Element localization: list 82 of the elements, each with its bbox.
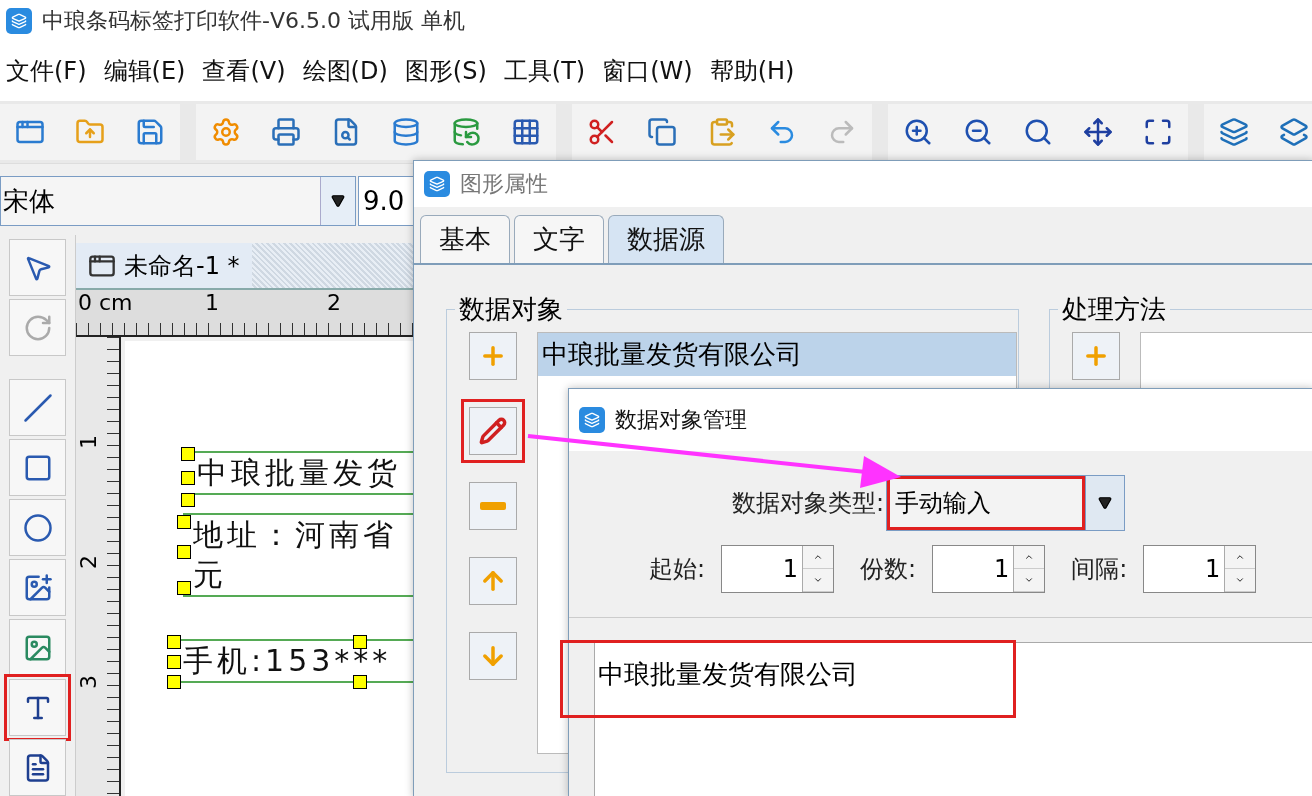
chevron-up-icon	[813, 552, 824, 562]
dropdown-arrow-icon	[331, 194, 345, 209]
menu-item[interactable]: 图形(S)	[400, 55, 494, 88]
menu-item[interactable]: 文件(F)	[2, 55, 94, 88]
ruler-label: 1	[204, 290, 220, 317]
move-icon	[1083, 116, 1113, 147]
menu-item[interactable]: 绘图(D)	[298, 55, 395, 88]
window-title: 中琅条码标签打印软件-V6.5.0 试用版 单机	[42, 6, 465, 35]
chevron-down-icon	[1235, 575, 1246, 585]
resize-handle[interactable]	[177, 581, 191, 595]
spin-up-button[interactable]	[1225, 546, 1256, 569]
canvas-text[interactable]: 元	[183, 555, 414, 595]
spin-down-button[interactable]	[803, 569, 834, 592]
line-icon	[22, 392, 53, 423]
field-label: 数据对象类型:	[732, 488, 885, 519]
type-dropdown[interactable]: 手动输入	[886, 475, 1126, 531]
document-tab[interactable]: 未命名-1 *	[76, 243, 252, 288]
spin-up-button[interactable]	[1014, 546, 1045, 569]
resize-handle[interactable]	[181, 493, 195, 507]
spin-down-button[interactable]	[1225, 569, 1256, 592]
edit-icon	[479, 417, 507, 445]
database-icon	[391, 116, 421, 147]
tool-button[interactable]	[9, 439, 66, 496]
ruler-label: 1	[76, 434, 102, 451]
resize-handle[interactable]	[167, 655, 181, 669]
content-text-area[interactable]: 中琅批量发货有限公司	[594, 642, 1312, 796]
spin-up-button[interactable]	[803, 546, 834, 569]
list-item[interactable]: 中琅批量发货有限公司	[538, 333, 1016, 376]
tool-button[interactable]	[9, 499, 66, 556]
tool-button[interactable]	[9, 739, 66, 796]
ruler-label: 2	[76, 554, 102, 571]
menu-item[interactable]: 帮助(H)	[705, 55, 802, 88]
ruler-label: 2	[326, 290, 342, 317]
printer-icon	[271, 116, 301, 147]
resize-handle[interactable]	[167, 635, 181, 649]
menu-item[interactable]: 工具(T)	[499, 55, 593, 88]
chevron-down-icon	[1024, 575, 1035, 585]
font-dropdown[interactable]: 宋体	[0, 176, 356, 227]
dialog-title: 数据对象管理	[615, 406, 747, 434]
tool-button[interactable]	[9, 379, 66, 436]
tab[interactable]: 文字	[514, 215, 604, 263]
tool-button[interactable]	[9, 559, 66, 616]
gear-icon	[211, 116, 241, 147]
resize-handle[interactable]	[181, 471, 195, 485]
minus-icon	[480, 502, 506, 510]
menu-item[interactable]: 编辑(E)	[99, 55, 193, 88]
resize-handle[interactable]	[177, 515, 191, 529]
tool-button[interactable]	[9, 619, 66, 676]
chevron-down-icon	[813, 575, 824, 585]
spin-down-button[interactable]	[1014, 569, 1045, 592]
database-check-icon	[451, 116, 481, 147]
ruler-label: 3	[76, 674, 102, 691]
tab[interactable]: 基本	[420, 215, 510, 263]
chevron-up-icon	[1024, 552, 1035, 562]
resize-handle[interactable]	[177, 545, 191, 559]
field-label: 间隔:	[1071, 554, 1128, 585]
content-text: 中琅批量发货有限公司	[598, 658, 858, 691]
number-spinner[interactable]: 1	[1143, 545, 1257, 593]
resize-handle[interactable]	[167, 675, 181, 689]
ruler-label: 0 cm	[77, 290, 134, 317]
list-action-button[interactable]	[469, 407, 517, 455]
layers-icon	[1219, 116, 1249, 147]
app-logo-icon	[579, 407, 605, 433]
number-spinner[interactable]: 1	[932, 545, 1046, 593]
menu-item[interactable]: 窗口(W)	[598, 55, 700, 88]
dialog-title: 图形属性	[460, 170, 548, 198]
app-logo-icon	[424, 171, 450, 197]
app-logo-icon	[6, 7, 32, 34]
menu-item[interactable]: 查看(V)	[198, 55, 293, 88]
resize-handle[interactable]	[353, 675, 367, 689]
field-label: 起始:	[649, 554, 706, 585]
tab[interactable]: 数据源	[608, 215, 724, 263]
chevron-up-icon	[1235, 552, 1246, 562]
tool-button[interactable]	[9, 239, 66, 296]
dropdown-arrow-icon	[1098, 496, 1113, 510]
copy-icon	[647, 116, 677, 147]
ellipse-icon	[22, 512, 53, 543]
resize-handle[interactable]	[353, 635, 367, 649]
field-label: 份数:	[860, 554, 917, 585]
number-spinner[interactable]: 1	[721, 545, 835, 593]
resize-handle[interactable]	[181, 447, 195, 461]
layers-icon	[1279, 116, 1309, 147]
